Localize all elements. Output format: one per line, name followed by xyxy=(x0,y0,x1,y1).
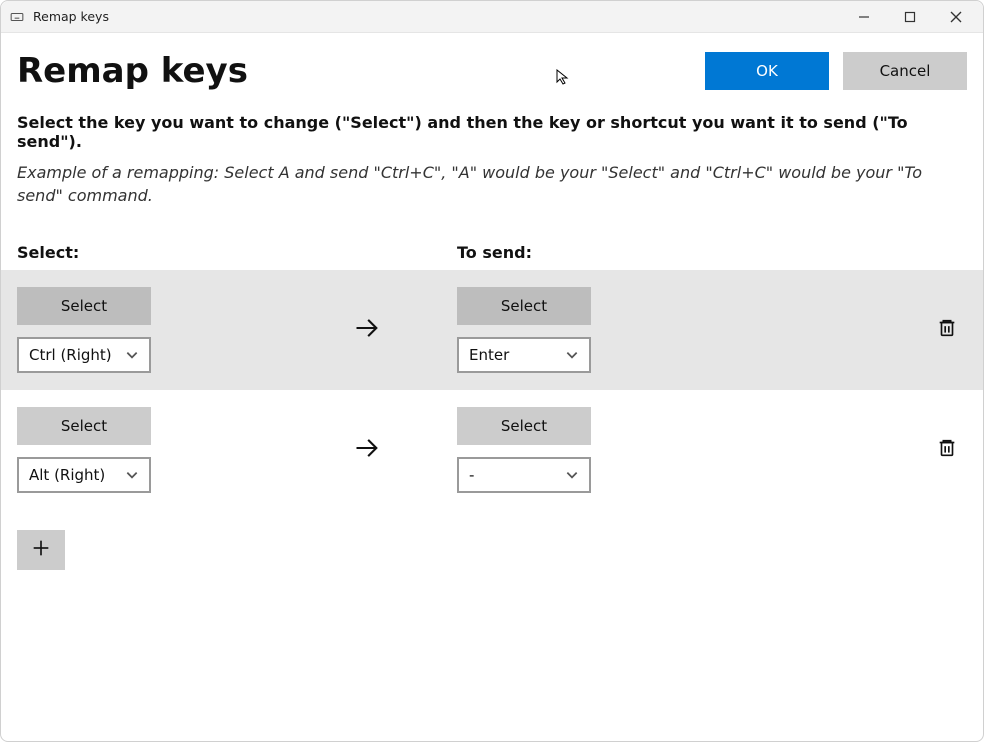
combo-value: - xyxy=(469,466,474,484)
minimize-button[interactable] xyxy=(841,1,887,33)
combo-value: Enter xyxy=(469,346,509,364)
ok-button[interactable]: OK xyxy=(705,52,829,90)
trash-icon xyxy=(936,437,958,463)
select-key-button[interactable]: Select xyxy=(17,407,151,445)
to-send-key-button[interactable]: Select xyxy=(457,287,591,325)
delete-row-button[interactable] xyxy=(927,310,967,350)
header-row: Remap keys OK Cancel xyxy=(1,33,983,95)
chevron-down-icon xyxy=(125,348,139,362)
to-send-key-combo[interactable]: - xyxy=(457,457,591,493)
arrow-right-icon xyxy=(353,314,381,346)
select-key-button[interactable]: Select xyxy=(17,287,151,325)
column-header-select: Select: xyxy=(17,243,457,262)
maximize-button[interactable] xyxy=(887,1,933,33)
description-example: Example of a remapping: Select A and sen… xyxy=(17,161,967,207)
chevron-down-icon xyxy=(565,468,579,482)
remap-rows: Select Ctrl (Right) Select Enter xyxy=(1,270,983,510)
remap-row: Select Alt (Right) Select - xyxy=(1,390,983,510)
cancel-button[interactable]: Cancel xyxy=(843,52,967,90)
page-title: Remap keys xyxy=(17,51,248,91)
window-title: Remap keys xyxy=(33,9,109,24)
keyboard-icon xyxy=(9,9,25,25)
to-send-key-button[interactable]: Select xyxy=(457,407,591,445)
trash-icon xyxy=(936,317,958,343)
combo-value: Alt (Right) xyxy=(29,466,105,484)
remap-row: Select Ctrl (Right) Select Enter xyxy=(1,270,983,390)
delete-row-button[interactable] xyxy=(927,430,967,470)
select-key-combo[interactable]: Alt (Right) xyxy=(17,457,151,493)
chevron-down-icon xyxy=(125,468,139,482)
description-heading: Select the key you want to change ("Sele… xyxy=(17,113,967,151)
close-button[interactable] xyxy=(933,1,979,33)
combo-value: Ctrl (Right) xyxy=(29,346,112,364)
add-row-button[interactable] xyxy=(17,530,65,570)
titlebar: Remap keys xyxy=(1,1,983,33)
column-header-to-send: To send: xyxy=(457,243,967,262)
plus-icon xyxy=(30,537,52,563)
select-key-combo[interactable]: Ctrl (Right) xyxy=(17,337,151,373)
arrow-right-icon xyxy=(353,434,381,466)
chevron-down-icon xyxy=(565,348,579,362)
to-send-key-combo[interactable]: Enter xyxy=(457,337,591,373)
